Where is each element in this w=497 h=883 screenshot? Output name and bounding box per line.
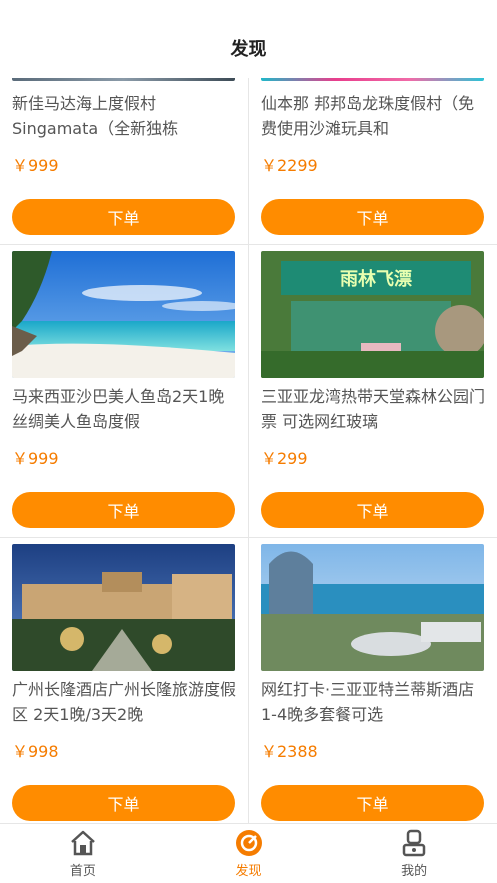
product-image (261, 78, 484, 81)
product-image (261, 544, 484, 671)
tab-label: 我的 (401, 863, 428, 879)
tab-discover[interactable]: 发现 (166, 824, 332, 883)
discover-icon (235, 829, 262, 856)
order-button[interactable]: 下单 (261, 199, 484, 235)
product-price: ￥998 (12, 742, 59, 761)
column-divider (248, 78, 249, 823)
product-name: 广州长隆酒店广州长隆旅游度假区 2天1晚/3天2晚 (12, 680, 237, 724)
order-button[interactable]: 下单 (12, 785, 235, 821)
product-image (12, 78, 235, 81)
tab-label: 首页 (69, 863, 96, 879)
tab-profile[interactable]: 我的 (331, 824, 497, 883)
image-sign-text: 雨林飞漂 (340, 268, 412, 290)
product-image (12, 251, 235, 378)
product-name: 新佳马达海上度假村 Singamata（全新独栋 (12, 94, 179, 138)
top-bar: 发现 (0, 0, 497, 78)
order-button[interactable]: 下单 (12, 199, 235, 235)
row-divider (0, 537, 497, 538)
water-park-photo: 雨林飞漂 (261, 251, 484, 378)
order-button[interactable]: 下单 (12, 492, 235, 528)
beach-photo (12, 251, 235, 378)
home-icon (70, 830, 95, 855)
product-feed[interactable]: 新佳马达海上度假村 Singamata（全新独栋 ￥999 下单 仙本那 邦邦岛… (0, 78, 497, 823)
product-name: 仙本那 邦邦岛龙珠度假村（免费使用沙滩玩具和 (261, 94, 475, 138)
product-price: ￥2388 (261, 742, 318, 761)
profile-icon (402, 829, 426, 856)
product-name: 马来西亚沙巴美人鱼岛2天1晚 丝绸美人鱼岛度假 (12, 387, 225, 431)
order-button[interactable]: 下单 (261, 492, 484, 528)
tab-label: 发现 (235, 863, 262, 879)
page-title: 发现 (230, 39, 267, 60)
product-name: 网红打卡·三亚亚特兰蒂斯酒店1-4晚多套餐可选 (261, 680, 475, 724)
row-divider (0, 244, 497, 245)
hotel-photo (12, 544, 235, 671)
product-image: 雨林飞漂 (261, 251, 484, 378)
product-name: 三亚亚龙湾热带天堂森林公园门票 可选网红玻璃 (261, 387, 486, 431)
product-price: ￥999 (12, 449, 59, 468)
product-price: ￥299 (261, 449, 308, 468)
tab-home[interactable]: 首页 (0, 824, 166, 883)
bottom-tab-bar: 首页 发现 我的 (0, 823, 497, 883)
order-button[interactable]: 下单 (261, 785, 484, 821)
product-image (12, 544, 235, 671)
product-price: ￥999 (12, 156, 59, 175)
resort-photo (261, 544, 484, 671)
product-price: ￥2299 (261, 156, 318, 175)
